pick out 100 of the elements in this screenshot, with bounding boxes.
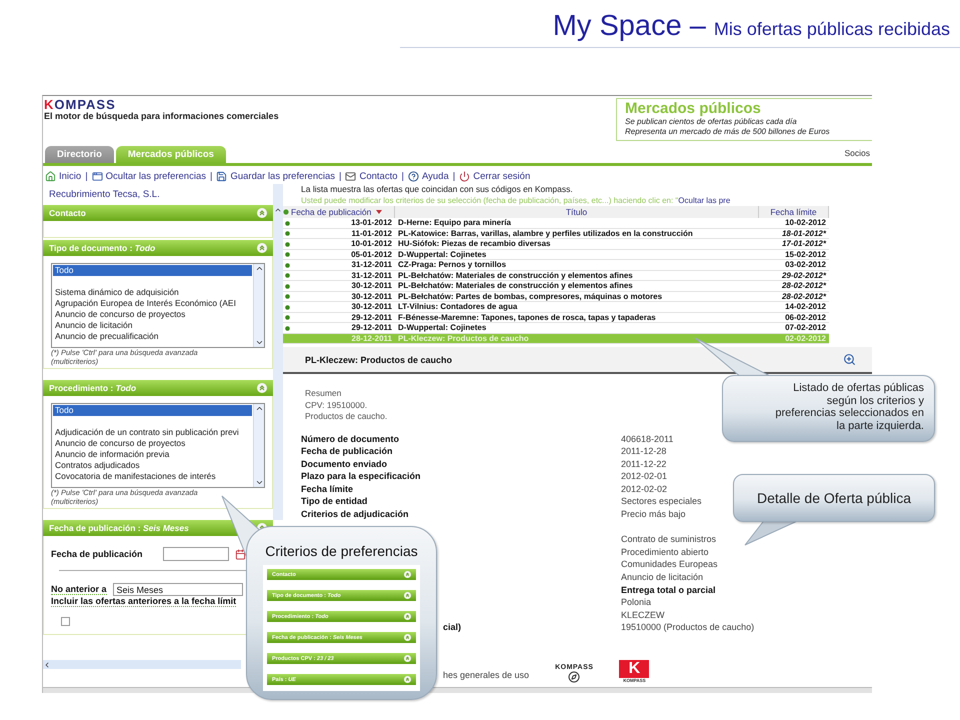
list-option[interactable]: Anuncio de información previa	[53, 449, 252, 460]
detail-value: Polonia	[621, 596, 652, 609]
detail-title: PL-Kleczew: Productos de caucho	[305, 354, 452, 364]
table-cell-text: 06-02-2012	[784, 312, 827, 323]
detail-value: Contrato de suministros	[621, 533, 716, 546]
table-row[interactable]: 30-12-2011 PL-Bełchatów: Partes de bombas, compresores, máquinas o motores 28-02-2012*	[283, 292, 829, 302]
detail-value: 2012-02-02	[621, 482, 668, 496]
toolbar-link[interactable]: Contacto	[345, 170, 398, 182]
table-row[interactable]: 31-12-2011 PL-Bełchatów: Materiales de construcción y elementos afines 29-02-2012*	[283, 270, 829, 281]
table-cell-text: D-Wuppertal: Cojinetes	[397, 323, 488, 334]
table-row[interactable]: 13-01-2012 D-Herne: Equipo para minería 10-02-2012	[283, 218, 829, 228]
summary-text: Resumen	[305, 388, 342, 400]
table-cell-text: PL-Bełchatów: Materiales de construcción y elementos afines	[397, 270, 634, 281]
toolbar-link[interactable]: Guardar las preferencias	[216, 170, 336, 182]
callout-text: Detalle de Oferta pública	[756, 490, 912, 506]
list-box[interactable]: Todo Sistema dinámico de adquisición Agrupación Europea de Interés Económico (AEI Anuncio de concurso de proyectos Anuncio de licitación Anuncio de precualificación	[51, 263, 265, 348]
callout-title: Criterios de preferencias	[264, 543, 419, 559]
toolbar-link[interactable]: Ocultar las preferencias	[92, 170, 206, 182]
table-cell-text: 11-01-2012	[350, 228, 393, 239]
checkbox-label: Incluir las ofertas anteriores a la fecha límit	[51, 596, 236, 607]
list-option[interactable]: Sistema dinámico de adquisición	[53, 287, 252, 298]
table-row[interactable]: 05-01-2012 D-Wuppertal: Cojinetes 15-02-2012	[283, 250, 829, 260]
list-option[interactable]: Agrupación Europea de Interés Económico (AEI	[53, 298, 252, 309]
table-row[interactable]: 29-12-2011 D-Wuppertal: Cojinetes 07-02-2012	[283, 323, 829, 334]
list-option[interactable]: Covocatoria de manifestaciones de interés	[53, 471, 252, 482]
promo-text: Representa un mercado de más de 500 billones de Euros	[625, 127, 831, 137]
table-cell-text: 28-02-2012*	[780, 292, 828, 302]
table-row[interactable]: 11-01-2012 PL-Katowice: Barras, varillas, alambre y perfiles utilizados en la construcción 18-01-2012*	[283, 228, 829, 239]
detail-value: KLECZEW	[621, 608, 665, 622]
table-cell-text: 15-02-2012	[784, 250, 827, 260]
list-option[interactable]: Anuncio de precualificación	[53, 331, 252, 342]
detail-label: Número de documento	[301, 432, 400, 446]
info-text: La lista muestra las ofertas que coincidan con sus códigos en Kompass.	[300, 184, 574, 195]
detail-label: Tipo de entidad	[301, 495, 368, 508]
list-option[interactable]: Contratos adjudicados	[53, 460, 252, 471]
detail-value: 2011-12-28	[621, 445, 666, 458]
detail-value: Anuncio de licitación	[621, 571, 704, 584]
table-cell-text: HU-Siófok: Piezas de recambio diversas	[397, 239, 552, 250]
table-cell-text: D-Wuppertal: Cojinetes	[397, 250, 488, 260]
detail-label: Fecha de publicación	[301, 445, 393, 458]
logo: KOMPASS	[44, 98, 117, 111]
table-cell-text: 10-02-2012	[784, 218, 827, 228]
separator-text: |	[85, 170, 88, 182]
slide-subtitle: Mis ofertas públicas recibidas	[714, 19, 950, 40]
table-cell-text: 29-12-2011	[350, 312, 393, 323]
table-row[interactable]: 30-12-2011 PL-Bełchatów: Materiales de construcción y elementos afines 28-02-2012*	[283, 281, 829, 292]
table-row[interactable]: 30-12-2011 LT-Vilnius: Contadores de agua 14-02-2012	[283, 302, 829, 312]
table-cell-text: 10-01-2012	[350, 239, 393, 250]
detail-value: 406618-2011	[621, 432, 674, 446]
promo-text: Se publican cientos de ofertas públicas cada día	[625, 117, 798, 127]
detail-value: Sectores especiales	[621, 495, 702, 508]
table-cell-text: F-Bénesse-Maremne: Tapones, tapones de rosca, tapas y tapaderas	[397, 312, 657, 323]
list-option[interactable]: Todo	[53, 265, 252, 276]
separator-text: |	[452, 170, 456, 182]
table-cell-text: 29-12-2011	[350, 323, 393, 334]
toolbar-link[interactable]: Ayuda	[408, 170, 449, 182]
period-select[interactable]: Seis Meses	[112, 583, 243, 596]
list-option[interactable]: Anuncio de concurso de proyectos	[53, 438, 252, 449]
table-cell-text: 05-01-2012	[350, 250, 393, 260]
table-row[interactable]: 29-12-2011 F-Bénesse-Maremne: Tapones, tapones de rosca, tapas y tapaderas 06-02-2012	[283, 312, 829, 323]
table-cell-text: 18-01-2012*	[780, 228, 828, 239]
summary-text: Productos de caucho.	[305, 411, 388, 422]
table-cell-text: LT-Vilnius: Contadores de agua	[397, 302, 518, 312]
partners-link[interactable]: Socios	[844, 148, 872, 158]
table-row[interactable]: 10-01-2012 HU-Siófok: Piezas de recambio diversas 17-01-2012*	[283, 239, 829, 250]
list-option[interactable]: Adjudicación de un contrato sin publicación previ	[53, 427, 252, 438]
hide-preferences-link[interactable]: Ocultar las pre	[678, 196, 730, 205]
table-cell-text: 29-02-2012*	[780, 270, 828, 281]
detail-label: Plazo para la especificación	[301, 470, 421, 483]
table-row[interactable]: 31-12-2011 CZ-Praga: Pernos y tornillos 03-02-2012	[283, 260, 829, 270]
badge-logo: K	[619, 660, 650, 678]
toolbar-link[interactable]: Cerrar sesión	[459, 170, 530, 182]
separator-text: |	[402, 170, 404, 182]
toolbar-link[interactable]: Inicio	[45, 170, 82, 182]
table-cell-text: 31-12-2011	[350, 260, 393, 270]
hint-text: Usted puede modificar los criterios de su selección (fecha de publicación, países, etc...) haciendo clic en: "Ocultar las pre	[300, 195, 732, 206]
detail-value: Procedimiento abierto	[621, 546, 709, 558]
promo-title: Mercados públicos	[625, 100, 762, 117]
table-cell-text: PL-Katowice: Barras, varillas, alambre y perfiles utilizados en la construcción	[397, 228, 694, 239]
field-label: Fecha de publicación	[51, 549, 143, 559]
table-cell-text: 28-02-2012*	[780, 281, 828, 292]
table-cell-text: 02-02-2012	[784, 334, 827, 344]
detail-label: Criterios de adjudicación	[301, 508, 409, 521]
table-cell-text: CZ-Praga: Pernos y tornillos	[397, 260, 508, 270]
list-option[interactable]: Todo	[53, 405, 252, 416]
detail-value: 19510000 (Productos de caucho)	[621, 621, 754, 634]
table-cell-text: 30-12-2011	[350, 281, 393, 292]
table-cell-text: PL-Kleczew: Productos de caucho	[397, 334, 530, 344]
slide-title: My Space –	[552, 10, 706, 43]
company-name: Recubrimiento Tecsa, S.L.	[48, 188, 161, 202]
list-option[interactable]: Anuncio de licitación	[53, 320, 252, 331]
table-cell-text: 17-01-2012*	[780, 239, 828, 250]
terms-link[interactable]: hes generales de uso	[443, 670, 530, 680]
list-box[interactable]: Todo Adjudicación de un contrato sin publicación previ Anuncio de concurso de proyectos Anuncio de información previa Contratos adjudicados Covocatoria de manifestaciones de interés	[51, 403, 265, 488]
list-option[interactable]: Anuncio de concurso de proyectos	[53, 309, 252, 320]
detail-value: 2011-12-22	[621, 458, 666, 470]
table-cell-text: 14-02-2012	[784, 302, 827, 312]
table-cell-text: PL-Bełchatów: Materiales de construcción y elementos afines	[397, 281, 634, 292]
detail-value: 2012-02-01	[621, 470, 668, 483]
detail-value: Entrega total o parcial	[621, 584, 716, 596]
